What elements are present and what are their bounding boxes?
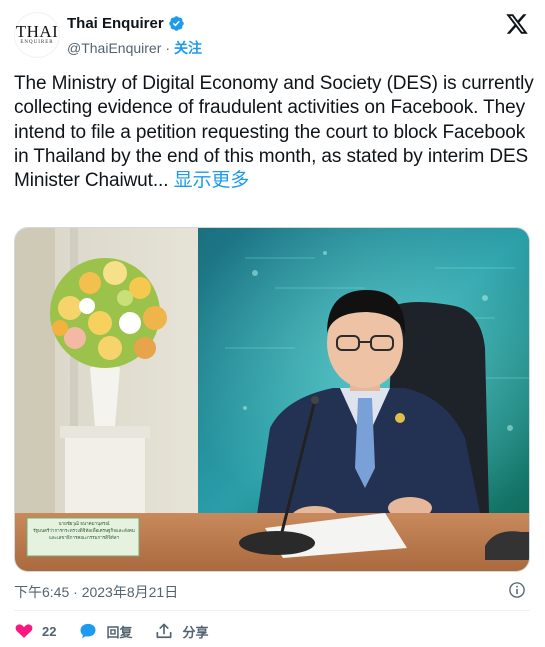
nameplate: นายชัยวุฒิ ธนาคมานุสรณ์ รัฐมนตรีว่าการกร… xyxy=(29,520,139,541)
share-icon xyxy=(156,623,172,639)
tweet-timestamp[interactable]: 下午6:45 · 2023年8月21日 xyxy=(14,582,178,602)
tweet-body: The Ministry of Digital Economy and Soci… xyxy=(14,73,534,192)
speech-bubble-icon xyxy=(80,623,96,639)
tweet-text: The Ministry of Digital Economy and Soci… xyxy=(14,72,534,193)
verified-badge-icon xyxy=(168,16,184,31)
tweet-photo[interactable]: นายชัยวุฒิ ธนาคมานุสรณ์ รัฐมนตรีว่าการกร… xyxy=(14,227,530,572)
author-handle-row: @ThaiEnquirer · 关注 xyxy=(67,38,202,58)
avatar[interactable]: THAI ENQUIRER xyxy=(14,12,60,58)
author-display-name[interactable]: Thai Enquirer xyxy=(67,15,164,32)
info-icon[interactable] xyxy=(508,581,526,599)
share-label: 分享 xyxy=(182,624,209,640)
reply-label: 回复 xyxy=(106,624,133,640)
author-name-row: Thai Enquirer xyxy=(67,15,185,32)
author-handle[interactable]: @ThaiEnquirer xyxy=(67,40,161,56)
separator-dot: · xyxy=(165,40,171,56)
share-button[interactable]: 分享 xyxy=(154,621,209,641)
avatar-logo-subtext: ENQUIRER xyxy=(20,40,54,45)
like-button[interactable]: 22 xyxy=(14,621,56,641)
show-more-link[interactable]: 显示更多 xyxy=(174,170,250,191)
reply-button[interactable]: 回复 xyxy=(78,621,132,641)
nameplate-line-1: นายชัยวุฒิ ธนาคมานุสรณ์ xyxy=(58,521,110,526)
nameplate-line-3: และเลขาธิการคณะกรรมการดิจิทัลฯ xyxy=(49,535,119,540)
divider xyxy=(14,610,530,611)
tweet-actions: 22 回复 分享 xyxy=(14,620,231,642)
tweet-card: THAI ENQUIRER Thai Enquirer @ThaiEnquire… xyxy=(0,0,545,647)
nameplate-line-2: รัฐมนตรีว่าการกระทรวงดิจิทัลเพื่อเศรษฐกิ… xyxy=(33,528,135,533)
avatar-logo-text: THAI xyxy=(15,22,59,41)
like-count: 22 xyxy=(42,623,57,639)
follow-button[interactable]: 关注 xyxy=(174,38,202,58)
heart-icon xyxy=(15,624,33,638)
x-logo-icon[interactable] xyxy=(505,12,529,36)
